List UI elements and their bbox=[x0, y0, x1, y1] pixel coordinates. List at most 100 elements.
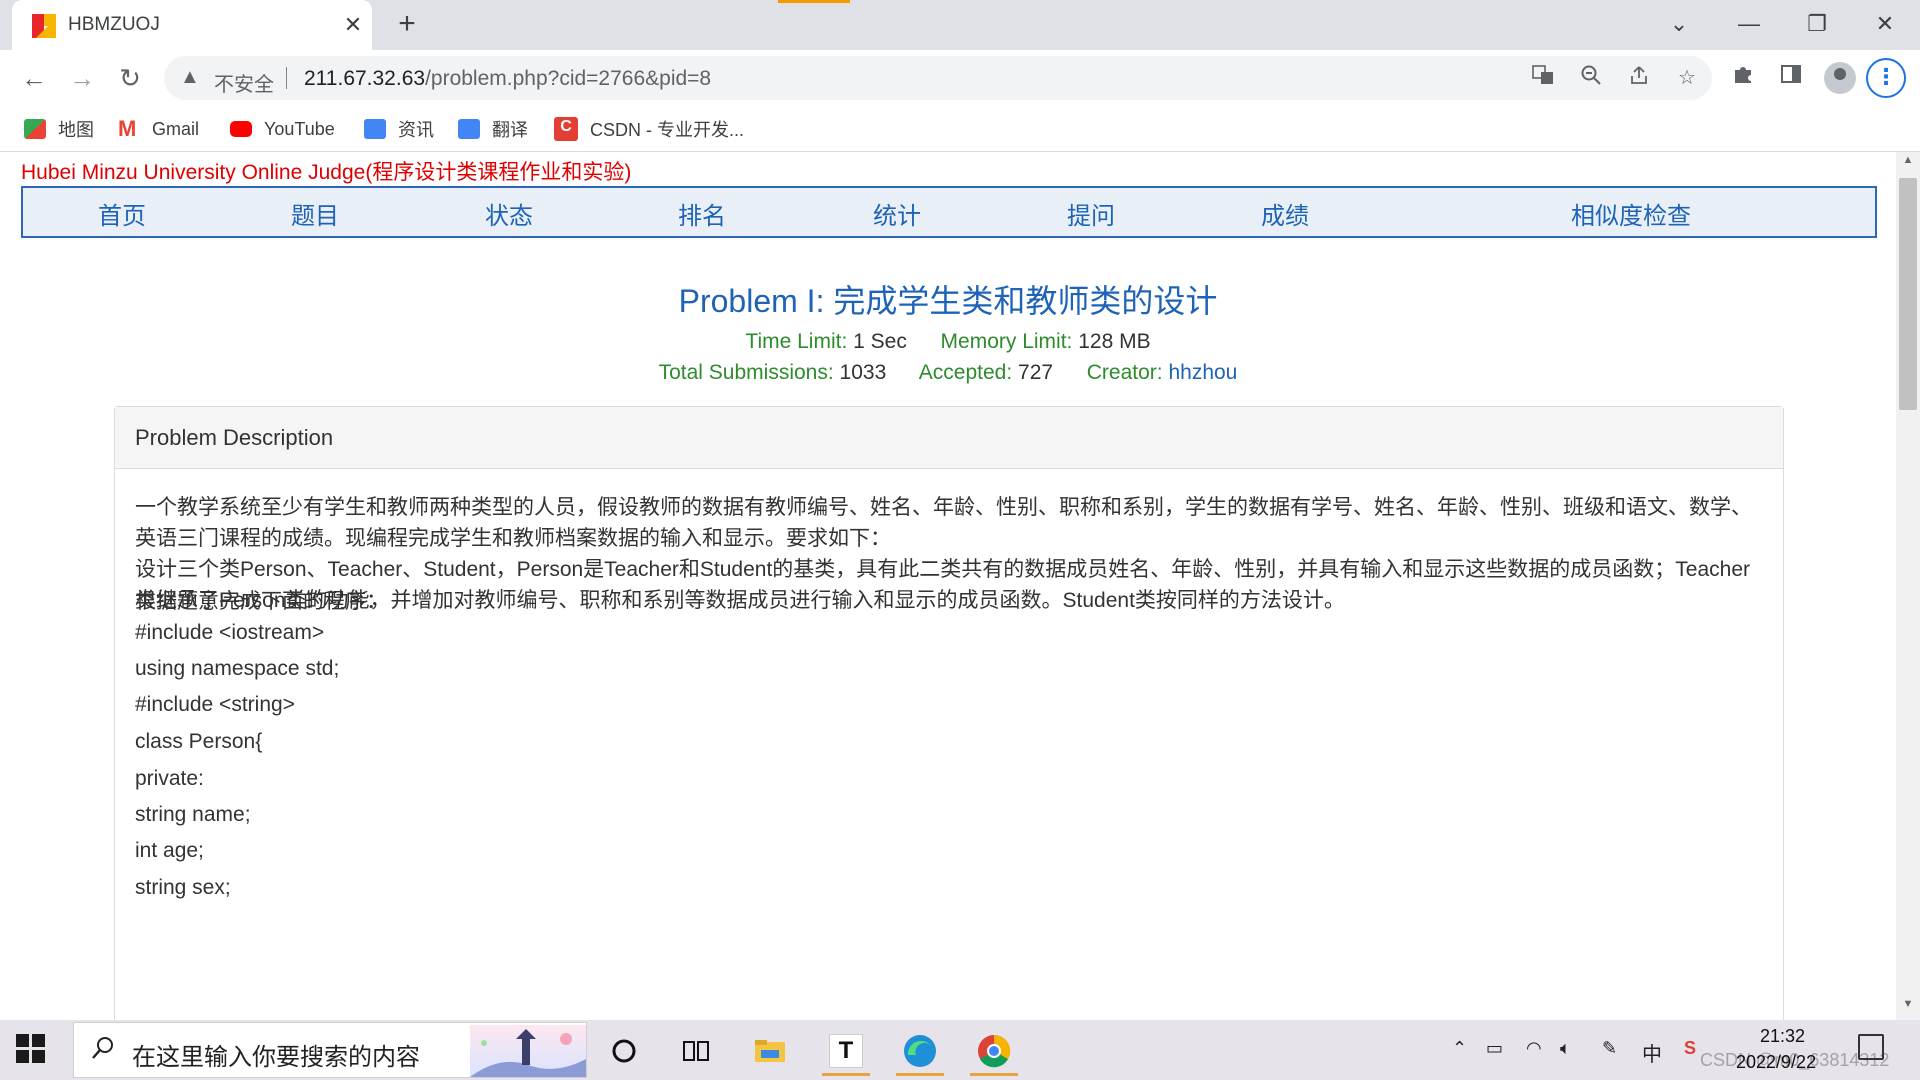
loading-indicator bbox=[778, 0, 850, 3]
typora-icon[interactable]: T bbox=[818, 1026, 874, 1076]
chrome-icon[interactable] bbox=[966, 1026, 1022, 1076]
nav-status[interactable]: 状态 bbox=[485, 196, 533, 231]
url-path: /problem.php?cid=2766&pid=8 bbox=[425, 67, 712, 90]
zoom-icon[interactable] bbox=[1576, 64, 1606, 92]
sogou-ime-icon[interactable]: S bbox=[1684, 1038, 1696, 1059]
url-text[interactable]: 211.67.32.63/problem.php?cid=2766&pid=8 bbox=[304, 67, 711, 91]
csdn-icon: C bbox=[554, 117, 578, 141]
tab-close-icon[interactable]: ✕ bbox=[340, 10, 366, 40]
problem-stats: Total Submissions: 1033 Accepted: 727 Cr… bbox=[0, 361, 1896, 385]
bookmark-label: Gmail bbox=[152, 118, 200, 139]
file-explorer-icon[interactable] bbox=[742, 1026, 798, 1076]
restore-button[interactable]: ❐ bbox=[1794, 6, 1840, 42]
active-tab[interactable]: HBMZUOJ ✕ bbox=[12, 0, 372, 50]
translate-page-icon[interactable] bbox=[1528, 64, 1558, 92]
clock-date[interactable]: 2022/9/22 bbox=[1736, 1052, 1816, 1073]
memory-limit-value: 128 MB bbox=[1078, 330, 1151, 353]
nav-ranking[interactable]: 排名 bbox=[678, 196, 726, 231]
ime-indicator[interactable]: 中 bbox=[1642, 1038, 1662, 1067]
typora-letter-icon: T bbox=[829, 1034, 863, 1068]
scroll-thumb[interactable] bbox=[1899, 178, 1917, 410]
submissions-label: Total Submissions: bbox=[658, 361, 834, 384]
search-highlight-illustration bbox=[470, 1025, 586, 1077]
code-line: private: bbox=[135, 767, 204, 790]
back-button[interactable]: ← bbox=[16, 60, 52, 96]
clock-time[interactable]: 21:32 bbox=[1760, 1026, 1805, 1047]
battery-icon[interactable]: ▭ bbox=[1486, 1038, 1503, 1059]
nav-home[interactable]: 首页 bbox=[98, 196, 146, 231]
edge-icon[interactable] bbox=[892, 1026, 948, 1076]
problem-title: Problem I: 完成学生类和教师类的设计 bbox=[678, 283, 1218, 319]
creator-link[interactable]: hhzhou bbox=[1168, 361, 1237, 384]
windows-start-icon[interactable] bbox=[16, 1034, 46, 1064]
browser-menu-icon[interactable]: ⋮ bbox=[1866, 58, 1906, 98]
site-title[interactable]: Hubei Minzu University Online Judge(程序设计… bbox=[21, 156, 631, 186]
time-limit-value: 1 Sec bbox=[853, 330, 907, 353]
tab-search-icon[interactable]: ⌄ bbox=[1656, 6, 1702, 42]
code-line: using namespace std; bbox=[135, 657, 340, 680]
side-panel-icon[interactable] bbox=[1776, 63, 1806, 93]
wifi-icon[interactable]: ◠ bbox=[1526, 1038, 1542, 1059]
problem-limits: Time Limit: 1 Sec Memory Limit: 128 MB bbox=[0, 330, 1896, 354]
nav-scores[interactable]: 成绩 bbox=[1261, 196, 1309, 231]
nav-similarity-check[interactable]: 相似度检查 bbox=[1571, 196, 1691, 231]
pen-icon[interactable]: ✎ bbox=[1602, 1038, 1617, 1059]
nav-questions[interactable]: 提问 bbox=[1067, 196, 1115, 231]
code-line: #include <iostream> bbox=[135, 621, 325, 644]
browser-toolbar: ← → ↻ ▲ 不安全 211.67.32.63/problem.php?cid… bbox=[0, 50, 1920, 106]
minimize-button[interactable]: — bbox=[1726, 6, 1772, 42]
extensions-icon[interactable] bbox=[1728, 63, 1758, 93]
bookmark-gmail[interactable]: M Gmail bbox=[118, 115, 199, 143]
taskbar-search-box[interactable]: 在这里输入你要搜索的内容 bbox=[73, 1022, 587, 1078]
cortana-icon[interactable] bbox=[596, 1026, 652, 1076]
bookmark-label: CSDN - 专业开发... bbox=[590, 120, 745, 140]
site-nav: 首页 题目 状态 排名 统计 提问 成绩 相似度检查 bbox=[21, 186, 1877, 238]
submissions-value: 1033 bbox=[839, 361, 887, 384]
code-line: class Person{ bbox=[135, 730, 263, 753]
scroll-up-arrow-icon[interactable]: ▲ bbox=[1896, 154, 1920, 174]
search-placeholder: 在这里输入你要搜索的内容 bbox=[132, 1044, 420, 1071]
scroll-down-arrow-icon[interactable]: ▼ bbox=[1896, 998, 1920, 1018]
share-icon[interactable] bbox=[1624, 64, 1654, 92]
code-line: string sex; bbox=[135, 876, 231, 899]
bookmark-star-icon[interactable]: ☆ bbox=[1672, 64, 1702, 92]
bookmark-news[interactable]: 资讯 bbox=[364, 115, 434, 143]
bookmark-label: 资讯 bbox=[398, 120, 434, 140]
hbmzuoj-favicon-icon bbox=[32, 14, 56, 38]
gmail-icon: M bbox=[118, 116, 137, 141]
page-scrollbar[interactable]: ▲ ▼ bbox=[1896, 152, 1920, 1020]
news-icon bbox=[364, 119, 386, 139]
reload-button[interactable]: ↻ bbox=[112, 60, 148, 96]
task-view-icon[interactable] bbox=[668, 1026, 724, 1076]
tab-strip: HBMZUOJ ✕ + ⌄ — ❐ ✕ bbox=[0, 0, 1920, 50]
code-line: int age; bbox=[135, 839, 204, 862]
address-bar[interactable]: ▲ 不安全 211.67.32.63/problem.php?cid=2766&… bbox=[164, 56, 1712, 100]
url-host: 211.67.32.63 bbox=[304, 67, 426, 90]
bookmark-maps[interactable]: 地图 bbox=[24, 115, 94, 143]
bookmark-youtube[interactable]: YouTube bbox=[230, 115, 335, 143]
nav-problems[interactable]: 题目 bbox=[291, 196, 339, 231]
panel-header: Problem Description bbox=[115, 407, 1783, 469]
nav-statistics[interactable]: 统计 bbox=[873, 196, 921, 231]
memory-limit-label: Memory Limit: bbox=[940, 330, 1073, 353]
new-tab-button[interactable]: + bbox=[390, 8, 424, 42]
tab-title: HBMZUOJ bbox=[68, 14, 160, 35]
translate-icon bbox=[458, 119, 480, 139]
creator-label: Creator: bbox=[1086, 361, 1163, 384]
security-label[interactable]: 不安全 bbox=[214, 68, 274, 97]
time-limit-label: Time Limit: bbox=[745, 330, 848, 353]
profile-avatar[interactable] bbox=[1824, 62, 1856, 94]
running-indicator bbox=[822, 1073, 870, 1076]
problem-description-panel: Problem Description 一个教学系统至少有学生和教师两种类型的人… bbox=[114, 406, 1784, 1020]
forward-button[interactable]: → bbox=[64, 60, 100, 96]
warning-icon[interactable]: ▲ bbox=[180, 66, 200, 89]
tray-overflow-icon[interactable]: ⌃ bbox=[1452, 1038, 1467, 1059]
close-window-button[interactable]: ✕ bbox=[1862, 6, 1908, 42]
bookmark-translate[interactable]: 翻译 bbox=[458, 115, 528, 143]
page-content: Hubei Minzu University Online Judge(程序设计… bbox=[0, 152, 1896, 1020]
volume-icon[interactable]: 🔈︎ bbox=[1560, 1038, 1571, 1059]
maps-icon bbox=[24, 119, 46, 139]
notification-center-icon[interactable] bbox=[1858, 1034, 1884, 1060]
running-indicator bbox=[970, 1073, 1018, 1076]
bookmark-csdn[interactable]: C CSDN - 专业开发... bbox=[554, 115, 744, 143]
